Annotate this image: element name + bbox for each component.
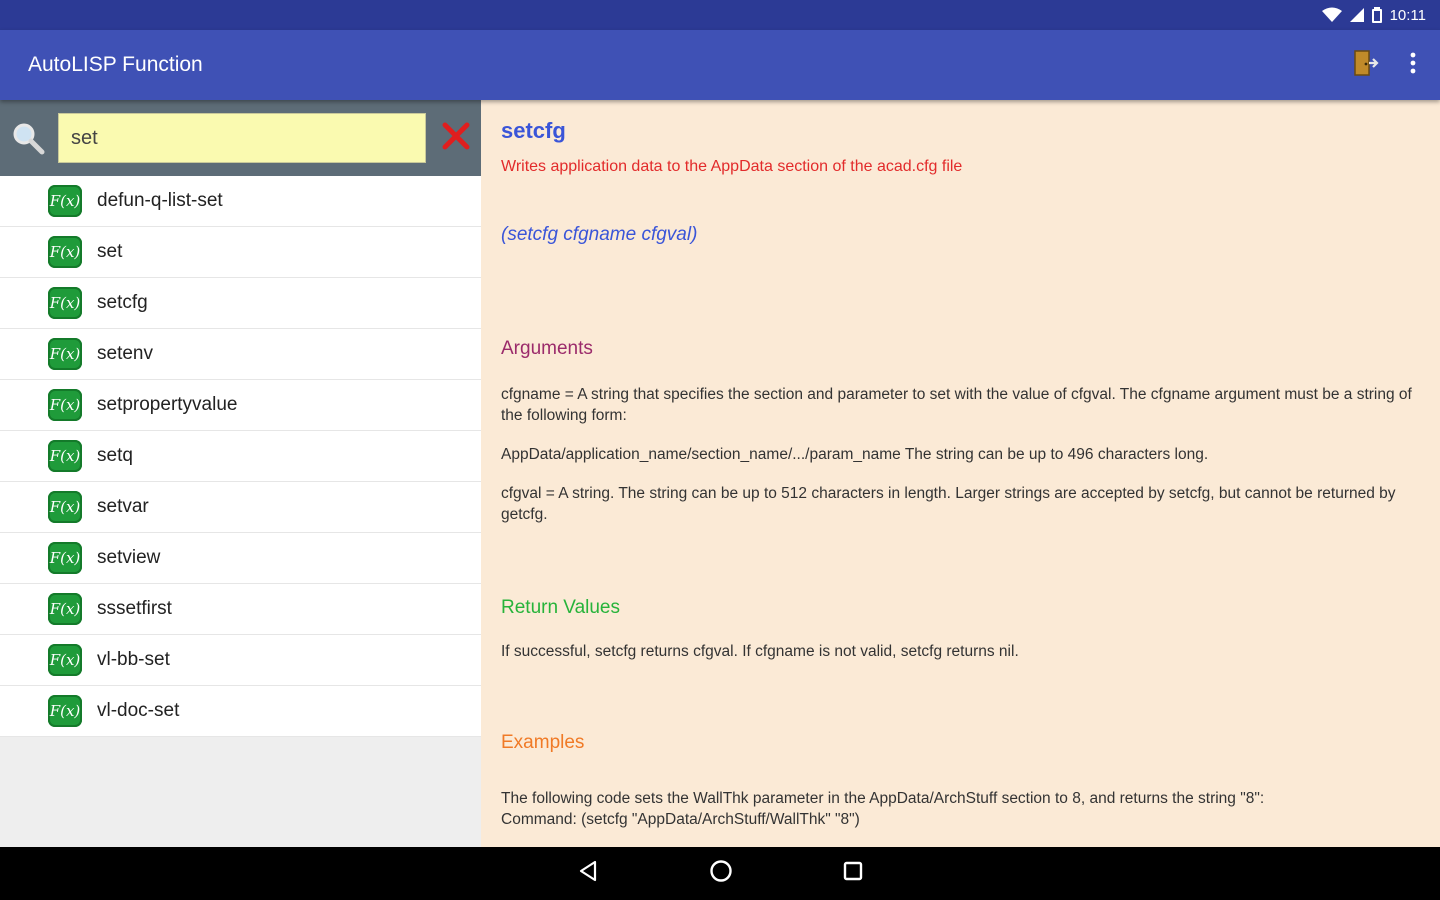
close-icon	[442, 122, 470, 155]
navigation-bar	[0, 847, 1440, 900]
function-list-item-label: vl-doc-set	[97, 700, 180, 721]
function-list-item-label: defun-q-list-set	[97, 190, 223, 211]
recents-square-icon	[843, 861, 863, 886]
function-fx-icon: F(x)	[48, 695, 82, 727]
function-list-item-label: vl-bb-set	[97, 649, 170, 670]
function-fx-icon: F(x)	[48, 644, 82, 676]
examples-text: The following code sets the WallThk para…	[501, 790, 1265, 807]
function-description: Writes application data to the AppData s…	[501, 158, 963, 175]
function-list-item-label: setview	[97, 547, 161, 568]
function-list-item[interactable]: F(x) setcfg	[0, 278, 481, 329]
overflow-menu-button[interactable]	[1410, 52, 1416, 79]
examples-heading: Examples	[501, 732, 585, 753]
app-actions	[1352, 49, 1416, 82]
function-list-item-label: sssetfirst	[97, 598, 172, 619]
argument-paragraph: cfgname = A string that specifies the se…	[501, 386, 1412, 424]
function-fx-icon: F(x)	[48, 440, 82, 472]
function-list: F(x) defun-q-list-set F(x) set F(x) setcfg F(x…	[0, 176, 481, 737]
argument-paragraph: cfgval = A string. The string can be up …	[501, 485, 1396, 523]
function-title: setcfg	[501, 118, 566, 143]
function-list-item[interactable]: F(x) setenv	[0, 329, 481, 380]
function-fx-icon: F(x)	[48, 287, 82, 319]
function-list-item[interactable]: F(x) setq	[0, 431, 481, 482]
function-list-item-label: set	[97, 241, 123, 262]
return-values-heading: Return Values	[501, 597, 620, 618]
function-list-item[interactable]: F(x) sssetfirst	[0, 584, 481, 635]
app-title: AutoLISP Function	[28, 53, 203, 76]
function-list-item[interactable]: F(x) set	[0, 227, 481, 278]
wifi-icon	[1321, 7, 1342, 23]
search-input[interactable]	[58, 113, 426, 163]
more-vert-icon	[1410, 52, 1416, 79]
function-list-pane: F(x)defun-q-list-setF(x)setF(x)setcfgF(x…	[0, 100, 481, 847]
return-values-text: If successful, setcfg returns cfgval. If…	[501, 643, 1019, 660]
recents-button[interactable]	[843, 861, 863, 886]
function-list-item-label: setvar	[97, 496, 149, 517]
battery-icon	[1371, 7, 1382, 23]
function-detail-pane: setcfg Writes application data to the Ap…	[481, 100, 1440, 847]
exit-button[interactable]	[1352, 49, 1380, 82]
clear-search-button[interactable]	[440, 122, 472, 154]
app-bar: AutoLISP Function	[0, 30, 1440, 100]
function-list-item[interactable]: F(x) vl-bb-set	[0, 635, 481, 686]
function-list-item[interactable]: F(x) setvar	[0, 482, 481, 533]
function-fx-icon: F(x)	[48, 593, 82, 625]
function-list-item-label: setenv	[97, 343, 153, 364]
back-triangle-icon	[577, 860, 599, 887]
status-bar: 10:11	[0, 0, 1440, 30]
function-fx-icon: F(x)	[48, 185, 82, 217]
function-list-item[interactable]: F(x) setview	[0, 533, 481, 584]
search-icon	[8, 118, 48, 158]
function-list-item[interactable]: F(x) vl-doc-set	[0, 686, 481, 737]
function-list-item[interactable]: F(x) setpropertyvalue	[0, 380, 481, 431]
function-fx-icon: F(x)	[48, 542, 82, 574]
cell-signal-icon	[1349, 8, 1364, 22]
function-list-item[interactable]: F(x) defun-q-list-set	[0, 176, 481, 227]
arguments-heading: Arguments	[501, 338, 593, 359]
exit-door-icon	[1352, 49, 1380, 82]
function-fx-icon: F(x)	[48, 338, 82, 370]
function-fx-icon: F(x)	[48, 491, 82, 523]
examples-code: Command: (setcfg "AppData/ArchStuff/Wall…	[501, 811, 860, 828]
home-circle-icon	[709, 859, 733, 888]
function-fx-icon: F(x)	[48, 236, 82, 268]
function-fx-icon: F(x)	[48, 389, 82, 421]
search-bar	[0, 100, 481, 176]
function-list-item-label: setq	[97, 445, 133, 466]
argument-paragraph: AppData/application_name/section_name/..…	[501, 446, 1209, 463]
function-list-item-label: setcfg	[97, 292, 148, 313]
home-button[interactable]	[709, 859, 733, 888]
back-button[interactable]	[577, 860, 599, 887]
function-list-item-label: setpropertyvalue	[97, 394, 238, 415]
function-syntax: (setcfg cfgname cfgval)	[501, 224, 698, 245]
status-time: 10:11	[1389, 6, 1426, 24]
